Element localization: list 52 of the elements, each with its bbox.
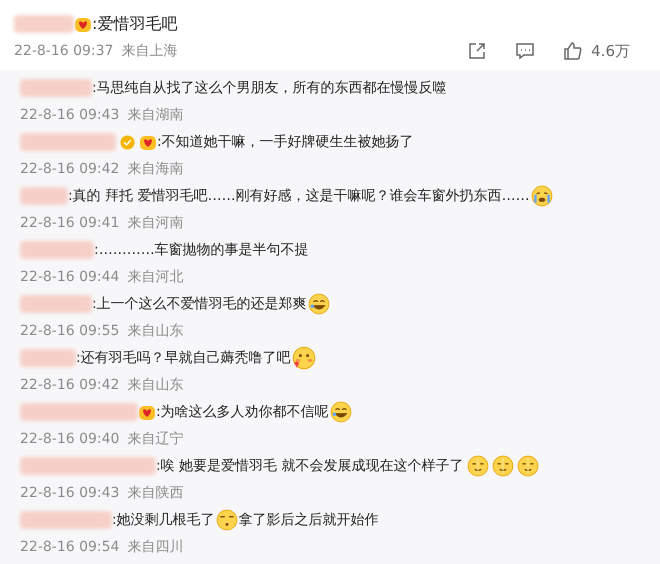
comment-text: 拿了影后之后就开始作: [238, 511, 379, 530]
like-count: 4.6万: [591, 41, 630, 62]
comment-location: 来自四川: [127, 538, 184, 557]
laughing-face-icon: [308, 293, 330, 315]
share-icon[interactable]: [467, 41, 488, 61]
comment-icon[interactable]: [515, 41, 536, 61]
comment-text: :为啥这么多人劝你都不信呢: [156, 403, 329, 422]
comment-location: 来自山东: [127, 376, 184, 395]
thumbs-up-icon[interactable]: [563, 41, 584, 61]
blurred-name: [20, 79, 92, 97]
smirking-face-icon: [466, 455, 489, 477]
blurred-name: [14, 15, 74, 33]
blurred-name: [20, 187, 68, 205]
comment-time: 22-8-16 09:41: [20, 214, 120, 233]
laughing-face-icon: [330, 401, 352, 423]
comment-location: 来自河南: [127, 214, 184, 233]
comment-text: :爱惜羽毛吧: [92, 13, 178, 35]
comment-time: 22-8-16 09:44: [20, 268, 120, 287]
sleepy-face-icon: [216, 509, 238, 531]
comment-location: 来自河北: [127, 268, 184, 287]
comment-time: 22-8-16 09:43: [20, 106, 120, 125]
crying-face-icon: [530, 185, 553, 207]
comment-time: 22-8-16 09:37: [14, 42, 114, 61]
comment-text: :她没剩几根毛了: [112, 511, 215, 530]
comment-text: :不知道她干嘛，一手好牌硬生生被她扬了: [157, 133, 414, 152]
comment-time: 22-8-16 09:54: [20, 538, 120, 557]
comment-location: 来自辽宁: [127, 430, 184, 449]
comment-text: :…………车窗抛物的事是半句不提: [94, 241, 309, 260]
comment-time: 22-8-16 09:55: [20, 322, 120, 341]
comment-text: :还有羽毛吗？早就自己薅秃噜了吧: [76, 349, 291, 368]
comment-text: :马思纯自从找了这么个男朋友，所有的东西都在慢慢反噬: [92, 79, 447, 98]
comment-location: 来自上海: [121, 42, 178, 61]
comment-location: 来自陕西: [127, 484, 184, 503]
heart-badge-icon: [139, 133, 157, 151]
smirking-face-icon: [492, 455, 514, 477]
comment-location: 来自山东: [127, 322, 184, 341]
blurred-name: [20, 295, 92, 313]
verified-badge-icon: [120, 134, 135, 150]
blushing-face-icon: [292, 346, 316, 370]
heart-badge-icon: [138, 403, 156, 421]
comment-text: :上一个这么不爱惜羽毛的还是郑爽: [92, 295, 307, 314]
comment-text: :真的 拜托 爱惜羽毛吧……刚有好感，这是干嘛呢？谁会车窗外扔东西……: [68, 187, 530, 206]
comment-text: :唉 她要是爱惜羽毛 就不会发展成现在这个样子了: [156, 457, 464, 476]
comment-time: 22-8-16 09:43: [20, 484, 120, 503]
smirking-face-icon: [516, 455, 539, 477]
comment-time: 22-8-16 09:40: [20, 430, 120, 449]
comment-time: 22-8-16 09:42: [20, 376, 120, 395]
heart-badge-icon: [74, 15, 92, 33]
comment-location: 来自海南: [127, 160, 184, 179]
comment-time: 22-8-16 09:42: [20, 160, 120, 179]
blurred-name: [20, 349, 76, 367]
comment-location: 来自湖南: [127, 106, 184, 125]
